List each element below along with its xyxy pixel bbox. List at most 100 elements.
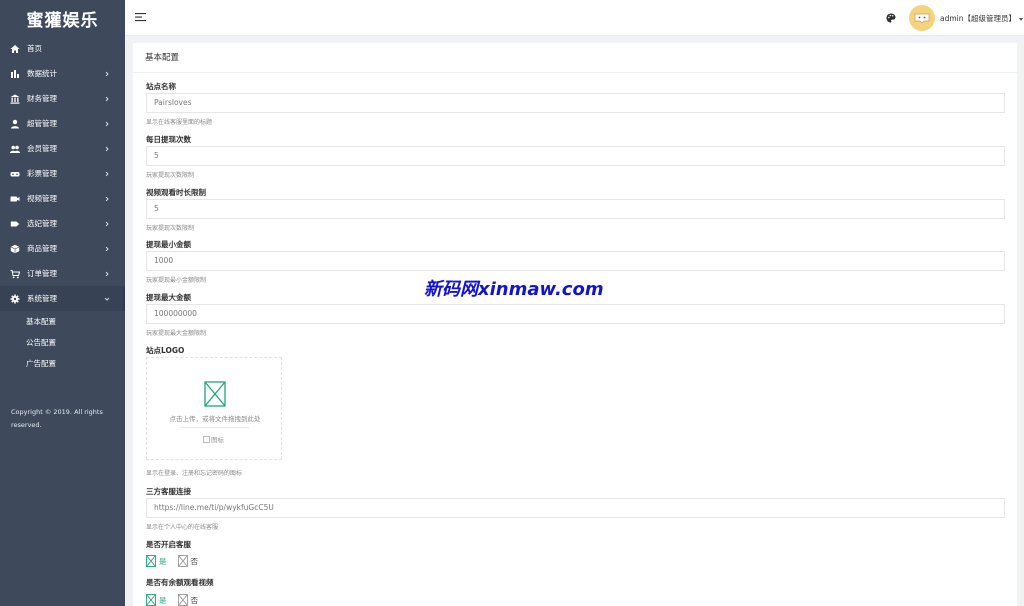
cs-enable-radios: 是 否 [146,555,209,567]
cs-link-field: 三方客服连接 https://line.me/ti/p/wykfuGcC5U 显… [146,486,1005,531]
sidebar-item-label: 选妃管理 [27,219,57,228]
copyright-text: Copyright © 2019. All rights reserved. [11,408,103,429]
sidebar-item-label: 视频管理 [27,194,57,203]
sidebar-item-system[interactable]: 系统管理 [0,286,125,311]
radio-checked-icon [146,594,156,606]
radio-unchecked-icon [177,594,188,606]
daily-withdraw-input[interactable]: 5 [146,146,1005,166]
cube-icon [10,244,20,253]
site-name-help: 显示在线客服里面的标题 [146,119,213,126]
system-submenu: 基本配置 公告配置 广告配置 [0,311,125,374]
extra-video-field: 是否有余额观看视频 [146,577,1005,588]
brand-logo[interactable]: 蜜獾娱乐 [0,0,125,36]
radio-label: 是 [159,556,167,566]
video-limit-field: 视频观看时长限制 5 玩家提现次数限制 [146,187,1005,232]
menu-toggle-icon[interactable] [135,12,146,22]
cs-enable-field: 是否开启客服 [146,539,1005,550]
sidebar: 蜜獾娱乐 首页 数据统计 财务管理 超管管理 会员管理 彩票管理 视频管理 选妃… [0,0,125,606]
broken-image-icon [203,435,210,443]
cs-link-input[interactable]: https://line.me/ti/p/wykfuGcC5U [146,498,1005,518]
radio-checked-icon [146,555,156,567]
page-title: 基本配置 [133,43,1017,73]
min-withdraw-label: 提现最小金额 [146,240,191,249]
sidebar-item-label: 数据统计 [27,69,57,78]
tag-icon [10,221,20,226]
video-icon [10,196,20,201]
sidebar-item-admins[interactable]: 超管管理 [0,111,125,136]
logo-help: 显示在登录、注册和忘记密码的图标 [146,470,243,477]
submenu-item-notice-config[interactable]: 公告配置 [0,332,125,353]
radio-label: 否 [190,556,199,566]
sidebar-item-orders[interactable]: 订单管理 [0,261,125,286]
logo-field-label-wrap: 站点LOGO [146,345,1005,356]
sidebar-item-selection[interactable]: 选妃管理 [0,211,125,236]
submenu-item-basic-config[interactable]: 基本配置 [0,311,125,332]
radio-label: 否 [190,595,199,605]
logo-preview-alt: 图标 [211,436,224,444]
topbar: admin【超级管理员】 [125,0,1024,36]
cs-enable-label: 是否开启客服 [146,540,191,549]
palette-icon[interactable] [886,13,896,23]
sidebar-item-home[interactable]: 首页 [0,36,125,61]
logo-upload-dropzone[interactable]: 点击上传，或将文件拖拽到此处 图标 [146,357,282,460]
bank-icon [10,94,20,104]
sidebar-item-lottery[interactable]: 彩票管理 [0,161,125,186]
max-withdraw-input[interactable]: 100000000 [146,304,1005,324]
chevron-right-icon [105,121,109,126]
extra-video-radios: 是 否 [146,594,209,606]
username: admin【超级管理员】 [940,14,1016,23]
users-icon [10,145,20,153]
site-name-field: 站点名称 Pairsloves 显示在线客服里面的标题 [146,81,1005,126]
logo-label: 站点LOGO [146,346,185,355]
min-withdraw-field: 提现最小金额 1000 玩家提现最小金额限制 [146,239,1005,284]
caret-down-icon [1019,17,1023,21]
cs-enable-yes-radio[interactable]: 是 [146,555,167,567]
upload-icon [204,381,226,407]
cs-link-label: 三方客服连接 [146,487,191,496]
chevron-right-icon [105,171,109,176]
site-name-input[interactable]: Pairsloves [146,93,1005,113]
max-withdraw-help: 玩家提现最大金额限制 [146,330,207,337]
avatar[interactable] [909,5,935,31]
bar-chart-icon [11,69,19,78]
sidebar-menu: 首页 数据统计 财务管理 超管管理 会员管理 彩票管理 视频管理 选妃管理 商品… [0,36,125,311]
extra-video-no-radio[interactable]: 否 [177,594,199,606]
upload-hint: 点击上传，或将文件拖拽到此处 [169,415,261,423]
extra-video-label: 是否有余额观看视频 [146,578,214,587]
logo-preview: 图标 [203,434,224,444]
watermark: 新码网xinmaw.com [424,279,604,300]
cs-enable-no-radio[interactable]: 否 [177,555,199,567]
sidebar-item-stats[interactable]: 数据统计 [0,61,125,86]
ticket-icon [10,171,20,176]
gear-icon [10,294,20,303]
radio-unchecked-icon [177,555,188,567]
min-withdraw-input[interactable]: 1000 [146,251,1005,271]
video-limit-input[interactable]: 5 [146,199,1005,219]
sidebar-item-products[interactable]: 商品管理 [0,236,125,261]
chevron-right-icon [105,246,109,251]
video-limit-help: 玩家提现次数限制 [146,225,195,232]
sidebar-item-label: 会员管理 [27,144,57,153]
sidebar-item-label: 订单管理 [27,269,57,278]
chevron-right-icon [105,271,109,276]
cart-icon [10,269,20,278]
chevron-right-icon [105,96,109,101]
sidebar-item-finance[interactable]: 财务管理 [0,86,125,111]
daily-withdraw-label: 每日提现次数 [146,135,191,144]
video-limit-label: 视频观看时长限制 [146,188,206,197]
chevron-down-icon [104,297,110,301]
sidebar-item-label: 首页 [27,44,42,53]
chevron-right-icon [105,196,109,201]
user-dropdown[interactable]: admin【超级管理员】 [940,13,1023,24]
sidebar-item-label: 商品管理 [27,244,57,253]
sidebar-item-label: 系统管理 [27,294,57,303]
chevron-right-icon [105,146,109,151]
submenu-item-ad-config[interactable]: 广告配置 [0,353,125,374]
chevron-right-icon [105,71,109,76]
avatar-face-icon [914,13,930,24]
sidebar-item-videos[interactable]: 视频管理 [0,186,125,211]
sidebar-item-label: 财务管理 [27,94,57,103]
extra-video-yes-radio[interactable]: 是 [146,594,167,606]
cs-link-help: 显示在个人中心的在线客服 [146,524,219,531]
sidebar-item-members[interactable]: 会员管理 [0,136,125,161]
